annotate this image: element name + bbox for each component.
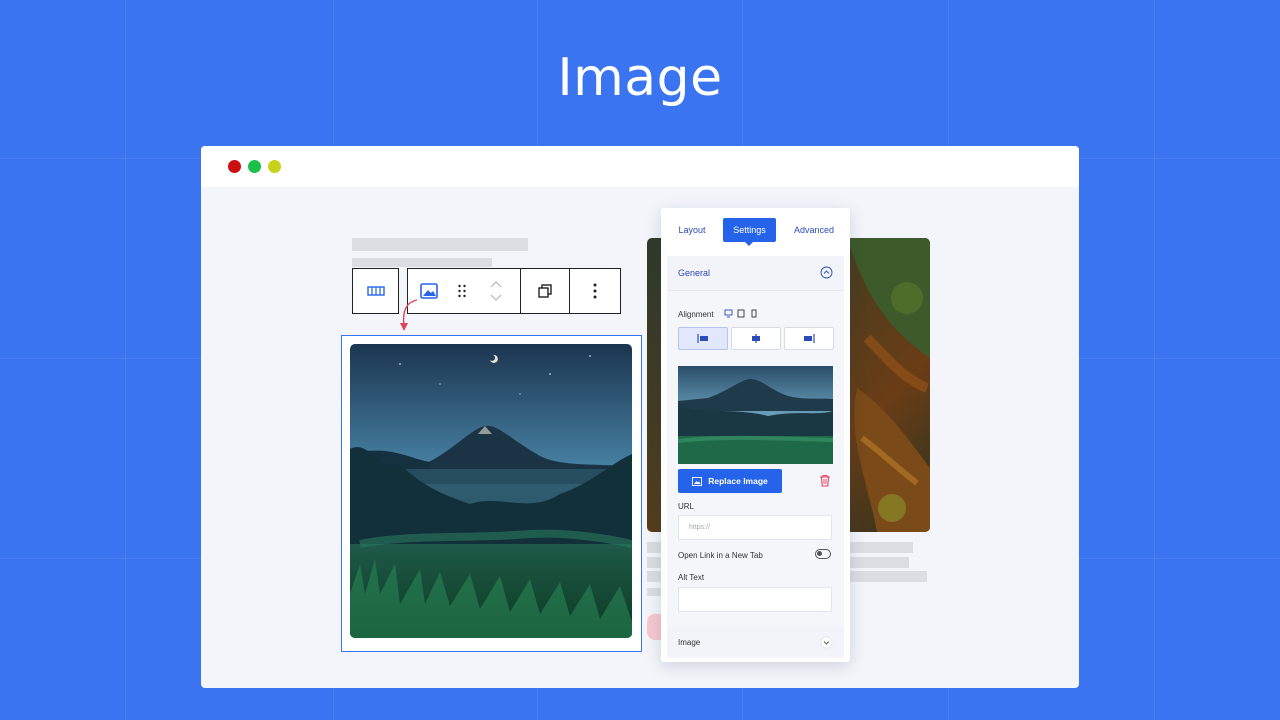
placeholder-line	[352, 258, 492, 267]
image-section-header[interactable]: Image	[667, 626, 844, 656]
drag-handle[interactable]	[451, 269, 473, 313]
tab-advanced[interactable]: Advanced	[787, 218, 841, 242]
columns-button[interactable]	[352, 268, 399, 314]
image-icon	[692, 476, 703, 486]
image-preview	[678, 366, 833, 464]
general-section-header[interactable]: General	[667, 256, 844, 290]
alignment-label: Alignment	[678, 310, 714, 319]
align-center-icon	[752, 334, 760, 343]
columns-icon	[366, 286, 385, 296]
minimize-dot[interactable]	[248, 160, 261, 173]
url-placeholder: https://	[689, 524, 711, 531]
replace-image-label: Replace Image	[708, 476, 768, 486]
align-center-button[interactable]	[731, 327, 781, 350]
move-controls	[472, 269, 520, 313]
pointer-arrow-icon	[400, 299, 418, 331]
panel-tabs: Layout Settings Advanced	[661, 218, 850, 242]
more-options-icon	[593, 283, 597, 299]
maximize-dot[interactable]	[268, 160, 281, 173]
new-tab-toggle[interactable]	[815, 549, 831, 559]
settings-panel: Layout Settings Advanced General Alignme…	[661, 208, 850, 662]
tab-layout[interactable]: Layout	[669, 218, 715, 242]
browser-window: Layout Settings Advanced General Alignme…	[201, 146, 1079, 688]
close-dot[interactable]	[228, 160, 241, 173]
main-photo[interactable]	[350, 344, 632, 638]
collapse-icon[interactable]	[820, 266, 833, 279]
divider	[667, 290, 844, 291]
align-right-button[interactable]	[784, 327, 834, 350]
drag-handle-icon	[457, 284, 466, 298]
active-tab-caret	[745, 242, 753, 246]
duplicate-icon	[538, 284, 552, 298]
duplicate-button[interactable]	[520, 268, 570, 314]
url-input[interactable]: https://	[678, 515, 832, 540]
grid-line	[125, 0, 126, 720]
more-options-button[interactable]	[569, 268, 621, 314]
new-tab-label: Open Link in a New Tab	[678, 551, 763, 560]
alt-text-input[interactable]	[678, 587, 832, 612]
url-label: URL	[678, 502, 695, 511]
image-section-title: Image	[678, 638, 701, 647]
window-titlebar	[201, 146, 1079, 187]
align-right-icon	[804, 334, 815, 343]
block-toolbar-group	[407, 268, 521, 314]
move-up-icon[interactable]	[490, 281, 502, 288]
device-switcher-icons[interactable]	[724, 309, 760, 318]
replace-image-button[interactable]: Replace Image	[678, 469, 782, 493]
hero-title: Image	[557, 48, 723, 108]
image-icon	[420, 283, 439, 299]
tab-settings[interactable]: Settings	[723, 218, 776, 242]
move-down-icon[interactable]	[490, 294, 502, 301]
grid-line	[1154, 0, 1155, 720]
volcano-thumbnail-image	[678, 366, 833, 464]
alt-text-label: Alt Text	[678, 573, 705, 582]
expand-icon[interactable]	[820, 636, 833, 649]
volcano-photo-image	[350, 344, 632, 638]
align-left-icon	[697, 334, 708, 343]
placeholder-line	[352, 238, 528, 251]
align-left-button[interactable]	[678, 327, 728, 350]
delete-icon[interactable]	[819, 474, 831, 487]
general-section-title: General	[678, 268, 711, 278]
